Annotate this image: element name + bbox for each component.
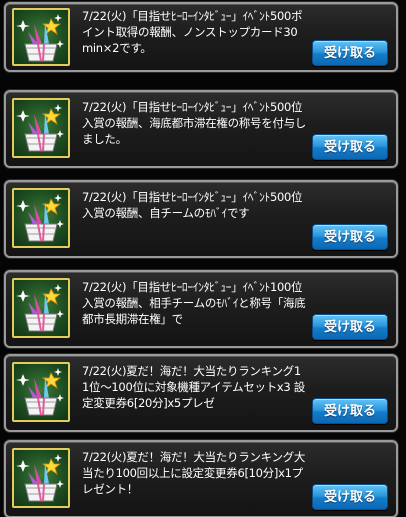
message-text: 7/22(火)「目指せﾋｰﾛｰｲﾝﾀﾋﾞｭｰ」ｲﾍﾞﾝﾄ100位入賞の報酬、相手… (82, 280, 306, 326)
present-item-2: 7/22(火)「目指せﾋｰﾛｰｲﾝﾀﾋﾞｭｰ」ｲﾍﾞﾝﾄ500位入賞の報酬、海底… (4, 90, 398, 168)
message-text: 7/22(火)「目指せﾋｰﾛｰｲﾝﾀﾋﾞｭｰ」ｲﾍﾞﾝﾄ500位入賞の報酬、海底… (82, 100, 306, 146)
gift-box-icon (12, 8, 70, 66)
receive-button[interactable]: 受け取る (312, 224, 388, 250)
present-item-4: 7/22(火)「目指せﾋｰﾛｰｲﾝﾀﾋﾞｭｰ」ｲﾍﾞﾝﾄ100位入賞の報酬、相手… (4, 270, 398, 348)
message-text: 7/22(火)夏だ！海だ！大当たりランキング11位〜100位に対象機種アイテムセ… (82, 364, 305, 410)
receive-button[interactable]: 受け取る (312, 40, 388, 66)
message-text: 7/22(火)夏だ！海だ！大当たりランキング大当たり100回以上に設定変更券6[… (82, 450, 306, 496)
present-item-5: 7/22(火)夏だ！海だ！大当たりランキング11位〜100位に対象機種アイテムセ… (4, 354, 398, 432)
gift-box-icon (12, 448, 70, 508)
gift-box-icon (12, 188, 70, 248)
gift-box-icon (12, 98, 70, 158)
receive-button[interactable]: 受け取る (312, 398, 388, 424)
receive-button[interactable]: 受け取る (312, 484, 388, 510)
gift-box-icon (12, 278, 70, 338)
present-item-1: 7/22(火)「目指せﾋｰﾛｰｲﾝﾀﾋﾞｭｰ」ｲﾍﾞﾝﾄ500ポイント取得の報酬… (4, 2, 398, 72)
present-list: 7/22(火)「目指せﾋｰﾛｰｲﾝﾀﾋﾞｭｰ」ｲﾍﾞﾝﾄ500ポイント取得の報酬… (0, 0, 406, 517)
gift-box-icon (12, 362, 70, 422)
present-item-3: 7/22(火)「目指せﾋｰﾛｰｲﾝﾀﾋﾞｭｰ」ｲﾍﾞﾝﾄ500位入賞の報酬、自チ… (4, 180, 398, 258)
present-item-6: 7/22(火)夏だ！海だ！大当たりランキング大当たり100回以上に設定変更券6[… (4, 440, 398, 517)
message-text: 7/22(火)「目指せﾋｰﾛｰｲﾝﾀﾋﾞｭｰ」ｲﾍﾞﾝﾄ500ポイント取得の報酬… (82, 9, 303, 55)
message-text: 7/22(火)「目指せﾋｰﾛｰｲﾝﾀﾋﾞｭｰ」ｲﾍﾞﾝﾄ500位入賞の報酬、自チ… (82, 190, 303, 220)
receive-button[interactable]: 受け取る (312, 314, 388, 340)
receive-button[interactable]: 受け取る (312, 134, 388, 160)
